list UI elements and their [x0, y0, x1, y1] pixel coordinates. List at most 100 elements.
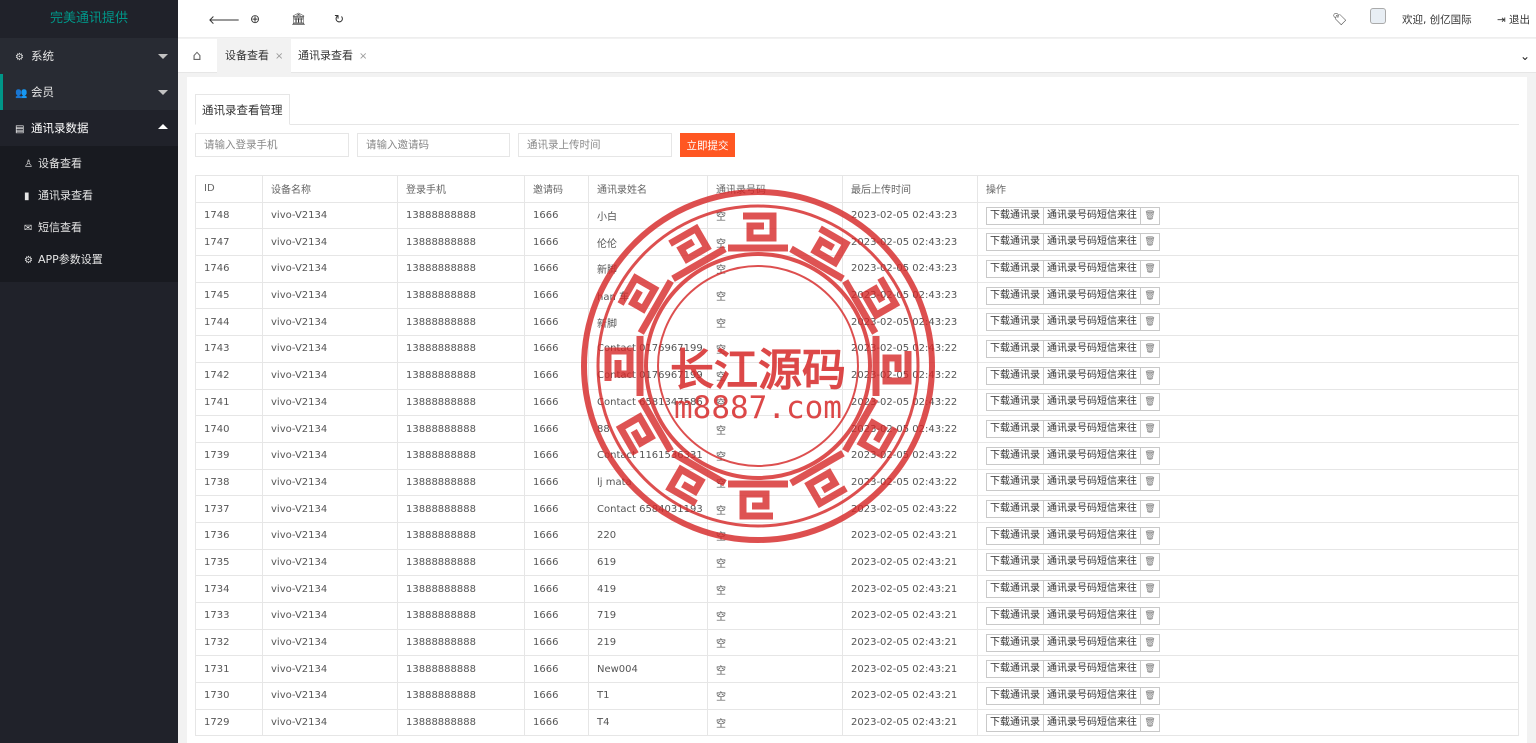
- refresh-icon[interactable]: ↻: [334, 12, 344, 26]
- trash-icon[interactable]: 🗑: [1140, 526, 1160, 545]
- download-contacts-button[interactable]: 下载通讯录: [986, 420, 1044, 439]
- sms-history-button[interactable]: 通讯录号码短信来往: [1043, 446, 1141, 465]
- sidebar-item-app-settings[interactable]: ⚙ APP参数设置: [0, 244, 178, 276]
- sms-history-button[interactable]: 通讯录号码短信来往: [1043, 206, 1141, 225]
- trash-icon[interactable]: 🗑: [1140, 206, 1160, 225]
- trash-icon[interactable]: 🗑: [1140, 420, 1160, 439]
- sms-history-button[interactable]: 通讯录号码短信来往: [1043, 660, 1141, 679]
- trash-icon[interactable]: 🗑: [1140, 286, 1160, 305]
- trash-icon[interactable]: 🗑: [1140, 366, 1160, 385]
- download-contacts-button[interactable]: 下载通讯录: [986, 526, 1044, 545]
- sms-history-button[interactable]: 通讯录号码短信来往: [1043, 420, 1141, 439]
- sms-history-button[interactable]: 通讯录号码短信来往: [1043, 633, 1141, 652]
- welcome-text[interactable]: 欢迎, 创亿国际: [1402, 12, 1472, 27]
- column-header: 邀请码: [524, 175, 589, 203]
- download-contacts-button[interactable]: 下载通讯录: [986, 580, 1044, 599]
- download-contacts-button[interactable]: 下载通讯录: [986, 259, 1044, 278]
- sms-history-button[interactable]: 通讯录号码短信来往: [1043, 393, 1141, 412]
- actions-cell: 下载通讯录 通讯录号码短信来往 🗑: [977, 388, 1519, 417]
- trash-icon[interactable]: 🗑: [1140, 686, 1160, 705]
- invite-code-filter-input[interactable]: [357, 133, 510, 157]
- sms-history-button[interactable]: 通讯录号码短信来往: [1043, 606, 1141, 625]
- download-contacts-button[interactable]: 下载通讯录: [986, 633, 1044, 652]
- close-icon[interactable]: ×: [359, 51, 367, 62]
- table-cell: 13888888888: [397, 708, 525, 737]
- close-icon[interactable]: ×: [275, 51, 283, 62]
- phone-filter-input[interactable]: [195, 133, 349, 157]
- table-cell: 空: [707, 361, 843, 390]
- nav-group-contacts[interactable]: ▤ 通讯录数据: [0, 110, 178, 146]
- table-cell: vivo-V2134: [262, 281, 398, 310]
- sms-history-button[interactable]: 通讯录号码短信来往: [1043, 500, 1141, 519]
- tab-device[interactable]: 设备查看 ×: [217, 39, 292, 73]
- download-contacts-button[interactable]: 下载通讯录: [986, 233, 1044, 252]
- chevron-down-icon[interactable]: ⌄: [1514, 39, 1536, 73]
- table-cell: 1738: [195, 468, 263, 497]
- sms-history-button[interactable]: 通讯录号码短信来往: [1043, 286, 1141, 305]
- trash-icon[interactable]: 🗑: [1140, 660, 1160, 679]
- logout-button[interactable]: ⇥ 退出: [1497, 12, 1530, 27]
- download-contacts-button[interactable]: 下载通讯录: [986, 446, 1044, 465]
- tag-icon[interactable]: 🏷: [1332, 12, 1347, 26]
- table-cell: 1666: [524, 361, 589, 390]
- trash-icon[interactable]: 🗑: [1140, 473, 1160, 492]
- trash-icon[interactable]: 🗑: [1140, 606, 1160, 625]
- sms-history-button[interactable]: 通讯录号码短信来往: [1043, 526, 1141, 545]
- table-cell: 1666: [524, 255, 589, 283]
- nav-group-system[interactable]: ⚙ 系统: [0, 38, 178, 74]
- table-cell: 13888888888: [397, 201, 525, 230]
- download-contacts-button[interactable]: 下载通讯录: [986, 206, 1044, 225]
- user-icon: ♙: [24, 159, 33, 170]
- sms-history-button[interactable]: 通讯录号码短信来往: [1043, 580, 1141, 599]
- trash-icon[interactable]: 🗑: [1140, 393, 1160, 412]
- trash-icon[interactable]: 🗑: [1140, 259, 1160, 278]
- trash-icon[interactable]: 🗑: [1140, 633, 1160, 652]
- sms-history-button[interactable]: 通讯录号码短信来往: [1043, 259, 1141, 278]
- sidebar-item-sms[interactable]: ✉ 短信查看: [0, 212, 178, 244]
- sms-history-button[interactable]: 通讯录号码短信来往: [1043, 553, 1141, 572]
- sidebar-item-label: 设备查看: [38, 157, 82, 170]
- download-contacts-button[interactable]: 下载通讯录: [986, 393, 1044, 412]
- bank-icon[interactable]: 🏛: [291, 12, 306, 26]
- sms-history-button[interactable]: 通讯录号码短信来往: [1043, 233, 1141, 252]
- sms-history-button[interactable]: 通讯录号码短信来往: [1043, 713, 1141, 732]
- sms-history-button[interactable]: 通讯录号码短信来往: [1043, 686, 1141, 705]
- download-contacts-button[interactable]: 下载通讯录: [986, 553, 1044, 572]
- submit-button[interactable]: 立即提交: [680, 133, 735, 157]
- sidebar-item-contacts[interactable]: ▮ 通讯录查看: [0, 180, 178, 212]
- card-tab-manage[interactable]: 通讯录查看管理: [195, 94, 290, 125]
- download-contacts-button[interactable]: 下载通讯录: [986, 713, 1044, 732]
- download-contacts-button[interactable]: 下载通讯录: [986, 286, 1044, 305]
- nav-group-member[interactable]: 👥 会员: [0, 74, 178, 110]
- trash-icon[interactable]: 🗑: [1140, 446, 1160, 465]
- download-contacts-button[interactable]: 下载通讯录: [986, 686, 1044, 705]
- sms-history-button[interactable]: 通讯录号码短信来往: [1043, 313, 1141, 332]
- crosshair-icon[interactable]: ⊕: [250, 12, 260, 26]
- home-icon[interactable]: ⌂: [178, 39, 216, 73]
- sms-history-button[interactable]: 通讯录号码短信来往: [1043, 339, 1141, 358]
- trash-icon[interactable]: 🗑: [1140, 713, 1160, 732]
- download-contacts-button[interactable]: 下载通讯录: [986, 366, 1044, 385]
- trash-icon[interactable]: 🗑: [1140, 580, 1160, 599]
- download-contacts-button[interactable]: 下载通讯录: [986, 606, 1044, 625]
- avatar[interactable]: [1370, 8, 1386, 24]
- upload-time-filter-input[interactable]: [518, 133, 672, 157]
- download-contacts-button[interactable]: 下载通讯录: [986, 660, 1044, 679]
- trash-icon[interactable]: 🗑: [1140, 500, 1160, 519]
- table-cell: 空: [707, 255, 843, 283]
- tab-contacts[interactable]: 通讯录查看 ×: [290, 39, 375, 73]
- brand-logo[interactable]: 完美通讯提供: [0, 0, 178, 38]
- sidebar-item-device[interactable]: ♙ 设备查看: [0, 148, 178, 180]
- sms-history-button[interactable]: 通讯录号码短信来往: [1043, 366, 1141, 385]
- trash-icon[interactable]: 🗑: [1140, 313, 1160, 332]
- download-contacts-button[interactable]: 下载通讯录: [986, 313, 1044, 332]
- download-contacts-button[interactable]: 下载通讯录: [986, 500, 1044, 519]
- trash-icon[interactable]: 🗑: [1140, 553, 1160, 572]
- user-area[interactable]: 欢迎, 创亿国际: [1350, 0, 1490, 38]
- sms-history-button[interactable]: 通讯录号码短信来往: [1043, 473, 1141, 492]
- trash-icon[interactable]: 🗑: [1140, 339, 1160, 358]
- trash-icon[interactable]: 🗑: [1140, 233, 1160, 252]
- download-contacts-button[interactable]: 下载通讯录: [986, 339, 1044, 358]
- download-contacts-button[interactable]: 下载通讯录: [986, 473, 1044, 492]
- back-arrow-icon[interactable]: 🡐: [208, 12, 240, 27]
